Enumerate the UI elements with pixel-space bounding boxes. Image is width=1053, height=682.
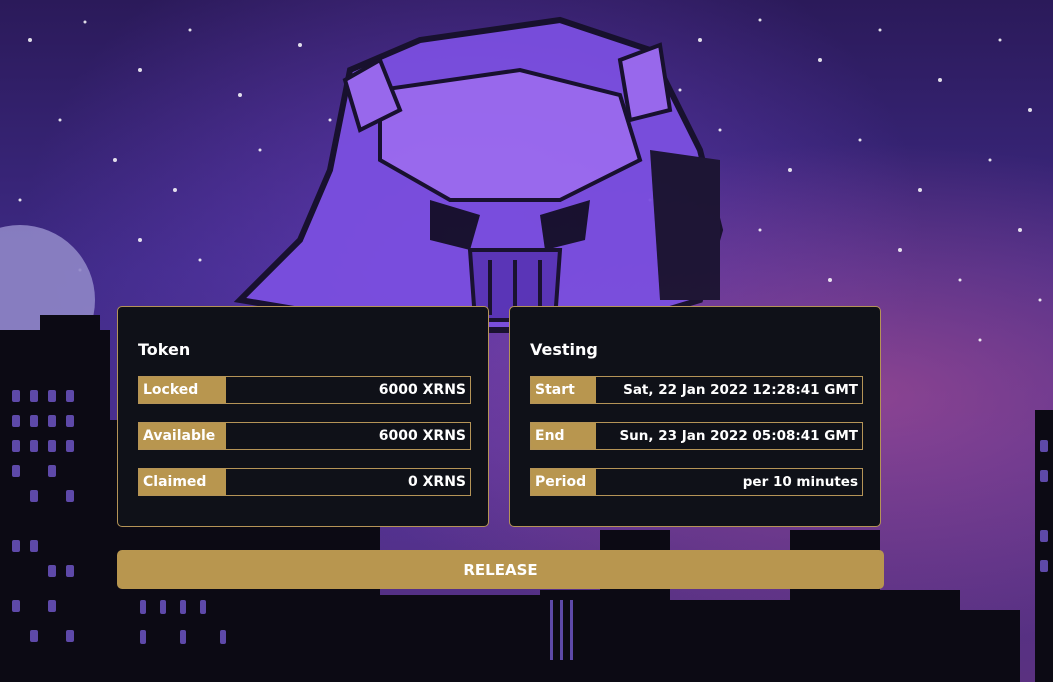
token-panel: Token Locked 6000 XRNS Available 6000 XR… <box>117 306 489 527</box>
token-available-label: Available <box>139 423 226 449</box>
release-button[interactable]: RELEASE <box>117 550 884 589</box>
token-claimed-row: Claimed 0 XRNS <box>138 468 471 496</box>
vesting-end-label: End <box>531 423 596 449</box>
vesting-panel: Vesting Start Sat, 22 Jan 2022 12:28:41 … <box>509 306 881 527</box>
token-available-row: Available 6000 XRNS <box>138 422 471 450</box>
vesting-panel-title: Vesting <box>530 340 598 359</box>
token-locked-label: Locked <box>139 377 226 403</box>
page: Token Locked 6000 XRNS Available 6000 XR… <box>0 0 1053 682</box>
token-claimed-label: Claimed <box>139 469 226 495</box>
robot-head <box>233 16 724 333</box>
vesting-start-label: Start <box>531 377 596 403</box>
token-locked-row: Locked 6000 XRNS <box>138 376 471 404</box>
vesting-period-label: Period <box>531 469 596 495</box>
token-claimed-value: 0 XRNS <box>408 474 466 490</box>
vesting-period-value: per 10 minutes <box>742 474 858 490</box>
token-locked-value: 6000 XRNS <box>378 382 466 398</box>
vesting-end-value: Sun, 23 Jan 2022 05:08:41 GMT <box>619 428 858 444</box>
vesting-period-row: Period per 10 minutes <box>530 468 863 496</box>
vesting-start-value: Sat, 22 Jan 2022 12:28:41 GMT <box>623 382 858 398</box>
vesting-start-row: Start Sat, 22 Jan 2022 12:28:41 GMT <box>530 376 863 404</box>
vesting-end-row: End Sun, 23 Jan 2022 05:08:41 GMT <box>530 422 863 450</box>
token-available-value: 6000 XRNS <box>378 428 466 444</box>
token-panel-title: Token <box>138 340 191 359</box>
